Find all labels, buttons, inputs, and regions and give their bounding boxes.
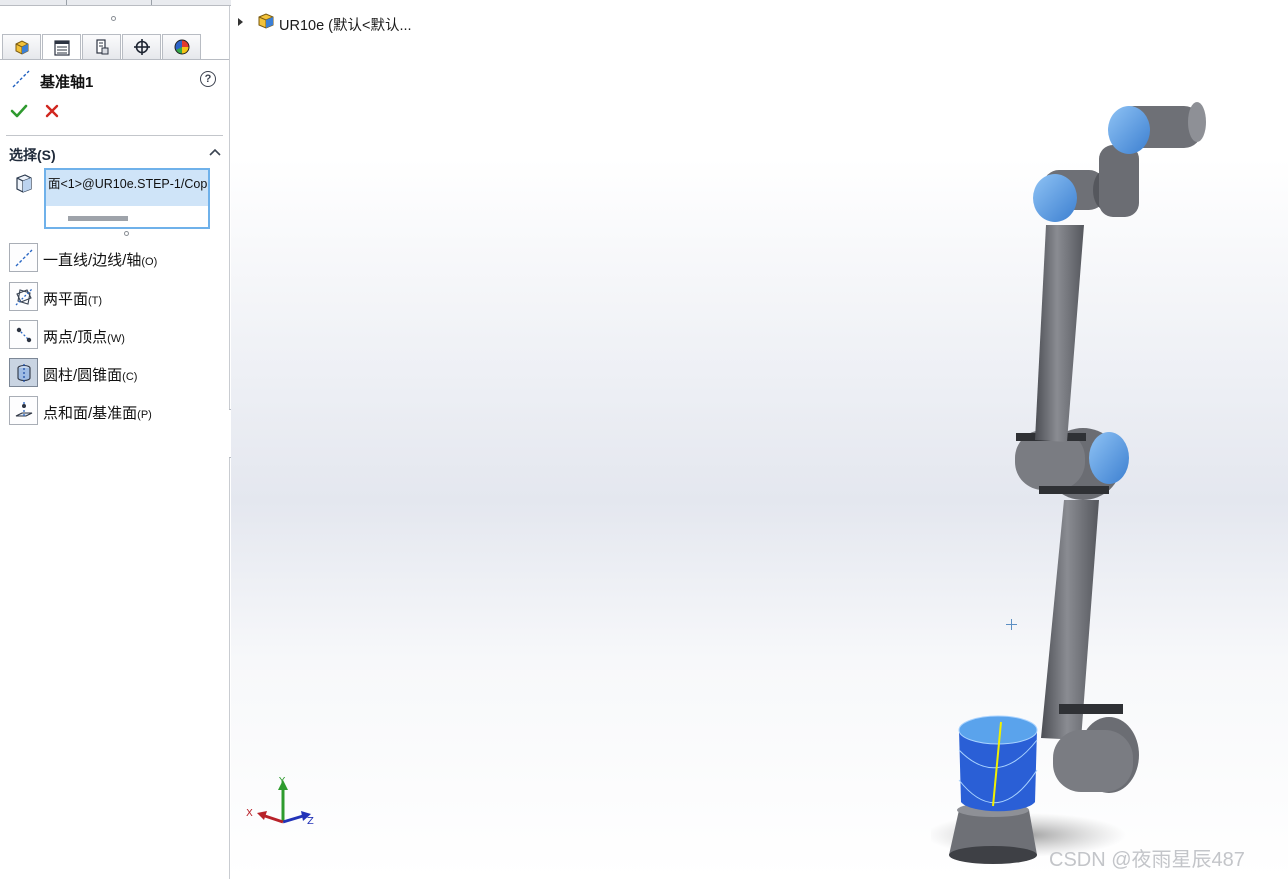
csdn-watermark: CSDN @夜雨星辰487 (1049, 849, 1245, 871)
triad-y-label: Y (278, 776, 286, 787)
option-label: 点和面/基准面 (43, 405, 138, 422)
selection-listbox[interactable]: 面<1>@UR10e.STEP-1/Cop (44, 168, 210, 229)
selected-face-item[interactable]: 面<1>@UR10e.STEP-1/Cop (46, 170, 208, 206)
option-point-plane[interactable]: 点和面/基准面(P) (9, 396, 223, 426)
page-title: 基准轴1 (40, 74, 94, 91)
crosshair-cursor-icon (1006, 619, 1017, 630)
option-line-edge-axis[interactable]: 一直线/边线/轴(O) (9, 243, 223, 273)
shortcut-key: (C) (122, 371, 138, 383)
listbox-scrollbar[interactable] (68, 216, 128, 221)
point-plane-icon (15, 401, 32, 417)
propertymanager-header: 基准轴1 ? (10, 68, 222, 92)
configurationmanager-tab[interactable] (82, 34, 121, 59)
manager-tabs (2, 34, 202, 60)
cylinder-cone-icon (16, 363, 31, 383)
option-label: 圆柱/圆锥面 (43, 367, 123, 384)
assembly-name[interactable]: UR10e (默认<默认... (279, 14, 412, 35)
green-check-icon[interactable] (10, 102, 28, 120)
dimxpert-tab[interactable] (122, 34, 161, 59)
panel-resize-grip[interactable] (111, 16, 116, 21)
property-manager-panel: 基准轴1 ? 选择(S) 面<1>@UR10e.STEP-1/Cop 一直线/边… (0, 0, 500, 879)
selection-section-label: 选择(S) (9, 147, 56, 163)
triad-x-label: X (246, 808, 253, 819)
two-points-icon (16, 327, 31, 342)
shortcut-key: (P) (137, 409, 152, 421)
triad-z-label: Z (307, 816, 314, 827)
graphics-area[interactable]: UR10e (默认<默认... Y Z X CSDN @夜雨星辰487 (231, 0, 1288, 879)
listbox-resize-grip[interactable] (124, 231, 129, 236)
propertymanager-tab[interactable] (42, 34, 81, 60)
property-manager-icon (53, 39, 70, 56)
configuration-icon (95, 39, 108, 55)
line-edge-axis-button[interactable] (9, 243, 38, 272)
selection-section-header[interactable]: 选择(S) (9, 143, 223, 163)
chevron-up-icon[interactable] (209, 147, 221, 157)
option-label: 一直线/边线/轴 (43, 252, 142, 269)
two-points-button[interactable] (9, 320, 38, 349)
ur10e-robot-model[interactable] (931, 90, 1241, 879)
shortcut-key: (O) (141, 256, 158, 268)
feature-tree-icon (15, 40, 28, 55)
option-two-planes[interactable]: 两平面(T) (9, 282, 223, 312)
face-selection-icon (16, 174, 32, 193)
line-edge-axis-icon (15, 249, 32, 266)
option-label: 两平面 (43, 291, 89, 308)
two-planes-icon (15, 288, 32, 305)
two-planes-button[interactable] (9, 282, 38, 311)
help-icon[interactable]: ? (200, 71, 216, 87)
option-cylinder-cone[interactable]: 圆柱/圆锥面(C) (9, 358, 223, 388)
expand-arrow-icon[interactable] (237, 17, 245, 27)
assembly-icon (258, 13, 274, 29)
cylinder-cone-button[interactable] (9, 358, 38, 387)
reference-triad: Y Z X (246, 776, 314, 827)
crosshair-icon (133, 39, 150, 55)
featuremanager-tab[interactable] (2, 34, 41, 59)
point-plane-button[interactable] (9, 396, 38, 425)
red-x-icon[interactable] (44, 103, 60, 119)
option-two-points[interactable]: 两点/顶点(W) (9, 320, 223, 350)
axis-icon (12, 70, 30, 88)
shortcut-key: (W) (107, 333, 125, 345)
appearance-pie-icon (174, 39, 189, 55)
option-label: 两点/顶点 (43, 329, 108, 346)
shortcut-key: (T) (88, 295, 103, 307)
displaymanager-tab[interactable] (162, 34, 201, 59)
